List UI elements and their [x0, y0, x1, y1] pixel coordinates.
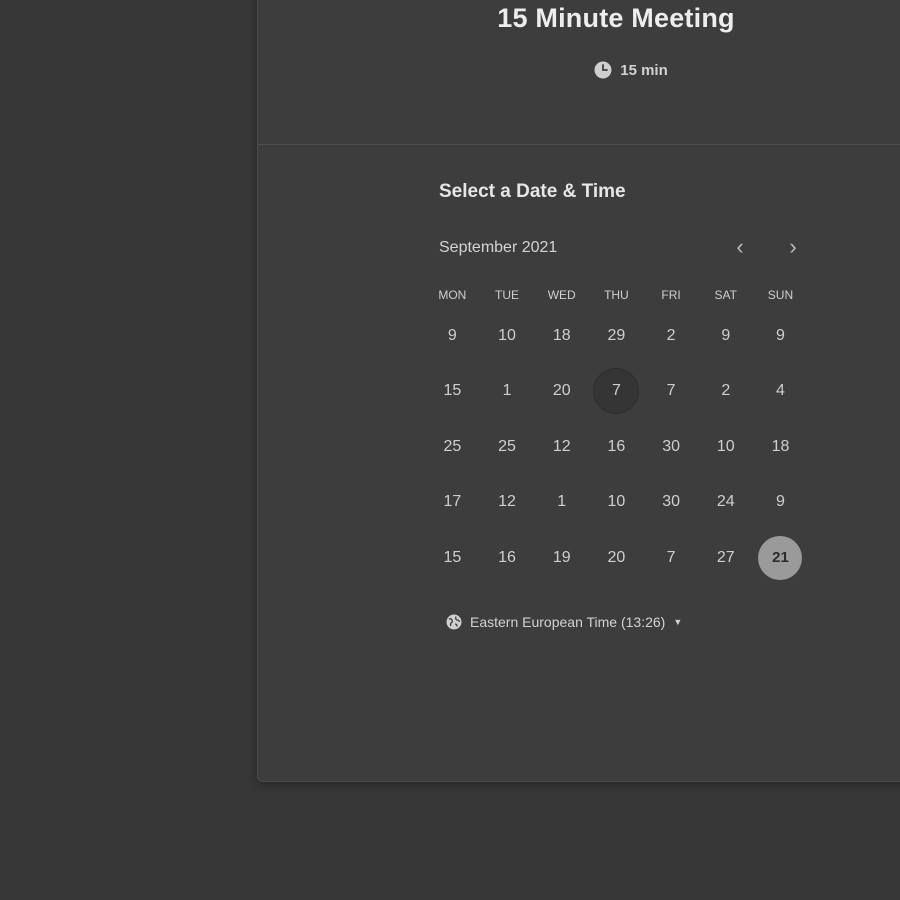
calendar-day[interactable]: 9 [698, 308, 753, 364]
page: 15 Minute Meeting 15 min Select a Date &… [0, 0, 900, 900]
day-number: 1 [502, 382, 512, 400]
calendar-day[interactable]: 10 [698, 419, 753, 475]
day-number: 4 [776, 382, 785, 400]
weekday-label: TUE [495, 288, 520, 302]
day-number: 21 [758, 535, 803, 580]
day-number: 7 [593, 368, 640, 415]
weekday-label: FRI [661, 288, 681, 302]
day-number: 9 [447, 326, 457, 344]
calendar-day[interactable]: 30 [644, 419, 699, 475]
day-number: 10 [498, 326, 516, 344]
day-number: 30 [662, 493, 680, 511]
calendar-day[interactable]: 24 [698, 475, 753, 531]
calendar-day-selected[interactable]: 21 [753, 530, 808, 586]
prev-month-button[interactable]: ‹ [727, 234, 753, 260]
calendar-day[interactable]: 7 [589, 364, 644, 420]
calendar-day[interactable]: 25 [425, 419, 480, 475]
weekday-label: SUN [767, 288, 794, 302]
calendar-day[interactable]: 15 [425, 530, 480, 586]
event-title: 15 Minute Meeting [497, 3, 735, 33]
calendar-day[interactable]: 16 [480, 530, 535, 586]
calendar-day[interactable]: 15 [425, 364, 480, 420]
duration-label: 15 min [620, 61, 668, 79]
day-number: 27 [716, 548, 735, 566]
caret-down-icon: ▼ [673, 617, 683, 627]
clock-icon [594, 61, 612, 79]
day-number: 25 [443, 437, 462, 455]
event-header: 15 Minute Meeting 15 min [258, 0, 900, 145]
calendar-day[interactable]: 17 [425, 475, 480, 531]
weekday-label: THU [604, 288, 629, 302]
day-number: 19 [552, 548, 571, 566]
calendar-day[interactable]: 16 [589, 419, 644, 475]
booking-card: 15 Minute Meeting 15 min Select a Date &… [257, 0, 900, 782]
calendar-grid: 9 10 18 29 2 9 9 15 1 20 7 7 2 4 25 25 12 16 30 10 18 17 12 1 10… [425, 308, 808, 586]
chevron-left-icon: ‹ [736, 234, 744, 259]
calendar-day[interactable]: 1 [480, 364, 535, 420]
section-title: Select a Date & Time [439, 181, 626, 202]
event-duration: 15 min [258, 61, 900, 79]
calendar-day[interactable]: 18 [753, 419, 808, 475]
globe-icon [446, 614, 462, 630]
next-month-button[interactable]: › [780, 234, 806, 260]
calendar-day[interactable]: 9 [425, 308, 480, 364]
chevron-right-icon: › [789, 234, 797, 259]
day-number: 15 [443, 382, 462, 400]
day-number: 10 [716, 437, 735, 455]
calendar-day[interactable]: 2 [644, 308, 699, 364]
day-number: 2 [666, 326, 676, 344]
calendar-day[interactable]: 20 [534, 364, 589, 420]
day-number: 10 [607, 493, 626, 511]
calendar-day[interactable]: 10 [480, 308, 535, 364]
calendar-day[interactable]: 29 [589, 308, 644, 364]
calendar-day[interactable]: 30 [644, 475, 699, 531]
calendar-day[interactable]: 9 [753, 308, 808, 364]
calendar-day[interactable]: 9 [753, 475, 808, 531]
calendar-day[interactable]: 2 [698, 364, 753, 420]
day-number: 1 [557, 493, 567, 511]
day-number: 25 [498, 437, 516, 455]
calendar-day[interactable]: 10 [589, 475, 644, 531]
day-number: 20 [607, 548, 626, 566]
timezone-label: Eastern European Time (13:26) [470, 614, 666, 630]
weekday-label: SAT [714, 288, 737, 302]
calendar-day[interactable]: 20 [589, 530, 644, 586]
day-number: 20 [552, 382, 571, 400]
day-number: 29 [607, 326, 626, 344]
calendar-day[interactable]: 12 [534, 419, 589, 475]
day-number: 18 [771, 437, 790, 455]
calendar-day[interactable]: 18 [534, 308, 589, 364]
calendar-day[interactable]: 1 [534, 475, 589, 531]
day-number: 18 [552, 326, 571, 344]
day-number: 9 [776, 493, 785, 511]
day-number: 7 [666, 548, 676, 566]
day-number: 12 [498, 493, 516, 511]
day-number: 16 [498, 548, 516, 566]
month-label: September 2021 [439, 239, 558, 256]
calendar-day[interactable]: 12 [480, 475, 535, 531]
day-number: 15 [443, 548, 462, 566]
day-number: 7 [666, 382, 676, 400]
calendar-day[interactable]: 25 [480, 419, 535, 475]
day-number: 2 [721, 382, 731, 400]
weekday-header: MON TUE WED THU FRI SAT SUN [425, 288, 808, 302]
day-number: 9 [721, 326, 731, 344]
day-number: 16 [607, 437, 626, 455]
calendar-day[interactable]: 4 [753, 364, 808, 420]
calendar-day[interactable]: 19 [534, 530, 589, 586]
day-number: 17 [443, 493, 462, 511]
weekday-label: MON [438, 288, 467, 302]
day-number: 24 [716, 493, 735, 511]
calendar-day[interactable]: 7 [644, 530, 699, 586]
calendar-day[interactable]: 27 [698, 530, 753, 586]
day-number: 12 [552, 437, 571, 455]
day-number: 9 [776, 326, 785, 344]
timezone-selector[interactable]: Eastern European Time (13:26) ▼ [446, 614, 682, 630]
weekday-label: WED [547, 288, 576, 302]
day-number: 30 [662, 437, 680, 455]
calendar-day[interactable]: 7 [644, 364, 699, 420]
